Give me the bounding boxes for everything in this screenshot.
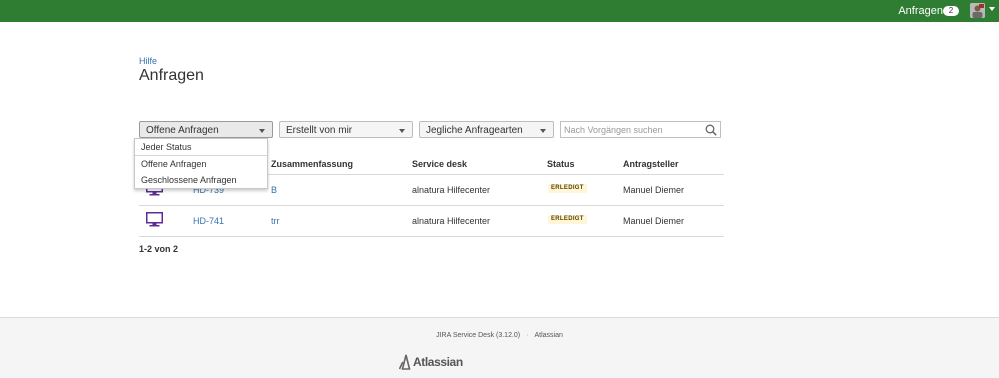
requester-name: Manuel Diemer [623,216,685,226]
status-option-closed[interactable]: Geschlossene Anfragen [135,172,267,188]
issue-summary-link[interactable]: trr [271,216,280,226]
requester-name: Manuel Diemer [623,185,685,195]
chevron-down-icon [259,129,265,133]
footer-separator: · [526,332,529,339]
requests-link[interactable]: Anfragen [898,5,943,17]
column-header-status[interactable]: Status [547,159,575,169]
requests-count-badge: 2 [943,6,959,16]
issue-summary-link[interactable]: B [271,185,277,195]
status-lozenge: ERLEDIGT [548,184,587,193]
request-type-filter-value: Jegliche Anfragearten [426,125,523,136]
status-filter-value: Offene Anfragen [146,125,219,136]
creator-filter-value: Erstellt von mir [286,125,353,136]
top-navigation-bar: Anfragen 2 [0,0,999,22]
atlassian-logo-icon[interactable] [398,354,413,373]
column-header-summary[interactable]: Zusammenfassung [271,159,353,169]
page-title: Anfragen [139,67,204,84]
page-footer: JIRA Service Desk (3.12.0) · Atlassian Atl… [0,317,999,378]
footer-atlassian-link[interactable]: Atlassian [534,332,562,339]
search-box [560,121,721,138]
table-divider [139,236,724,237]
service-desk-name: alnatura Hilfecenter [412,216,491,226]
status-filter-select[interactable]: Offene Anfragen [139,121,273,138]
status-option-all[interactable]: Jeder Status [135,139,267,155]
column-header-service-desk[interactable]: Service desk [412,159,467,169]
user-avatar-icon[interactable] [970,3,985,18]
column-header-requester[interactable]: Antragsteller [623,159,679,169]
creator-filter-select[interactable]: Erstellt von mir [279,121,413,138]
chevron-down-icon[interactable] [989,7,995,11]
breadcrumb-help[interactable]: Hilfe [139,56,157,66]
computer-monitor-icon [146,212,163,230]
result-count: 1-2 von 2 [139,244,179,254]
table-divider [139,205,724,206]
status-filter-dropdown: Jeder Status Offene Anfragen Geschlossen… [134,138,268,189]
footer-product-version: JIRA Service Desk (3.12.0) [436,332,521,339]
chevron-down-icon [540,129,546,133]
search-input[interactable] [564,124,699,136]
service-desk-name: alnatura Hilfecenter [412,185,491,195]
status-option-open[interactable]: Offene Anfragen [135,155,267,172]
issue-key-link[interactable]: HD-741 [193,216,224,226]
search-icon[interactable] [705,124,717,139]
request-type-filter-select[interactable]: Jegliche Anfragearten [419,121,554,138]
atlassian-logo-text[interactable]: Atlassian [413,355,463,369]
footer-links: JIRA Service Desk (3.12.0) · Atlassian [0,332,999,339]
chevron-down-icon [399,129,405,133]
status-lozenge: ERLEDIGT [548,215,587,224]
